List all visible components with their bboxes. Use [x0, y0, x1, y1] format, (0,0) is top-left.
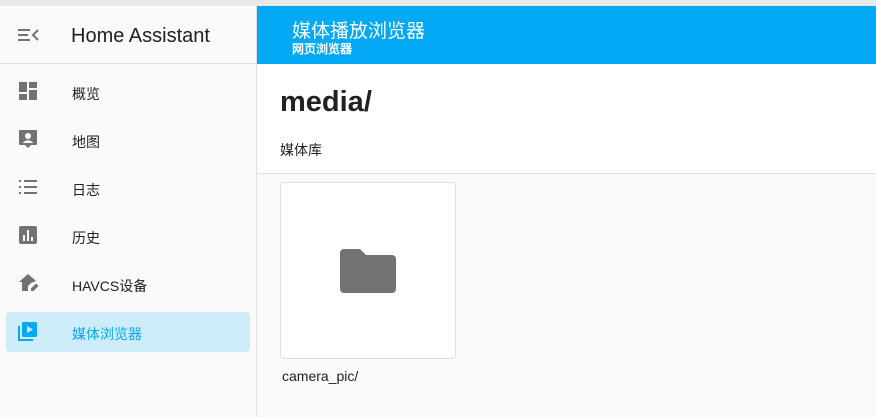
page-subtitle: 网页浏览器	[292, 42, 353, 56]
library-label: 媒体库	[280, 142, 322, 158]
sidebar: Home Assistant 概览 地图 日志 历史 HAVCS设备 媒体浏览器	[0, 6, 257, 417]
sidebar-item-label: 历史	[72, 230, 100, 246]
sidebar-item-media-browser[interactable]: 媒体浏览器	[0, 308, 256, 356]
folder-icon	[338, 245, 398, 297]
menu-toggle-icon[interactable]	[14, 23, 42, 47]
media-folder-card[interactable]	[280, 182, 456, 359]
media-path-title: media/	[280, 86, 372, 118]
dashboard-icon	[17, 80, 39, 102]
sidebar-item-havcs[interactable]: HAVCS设备	[0, 260, 256, 308]
sidebar-item-map[interactable]: 地图	[0, 116, 256, 164]
logbook-list-icon	[17, 176, 39, 198]
media-play-icon	[17, 320, 39, 342]
sidebar-header: Home Assistant	[0, 6, 256, 64]
sidebar-item-label: 地图	[72, 134, 100, 150]
sidebar-nav: 概览 地图 日志 历史 HAVCS设备 媒体浏览器	[0, 64, 256, 356]
app-bar: 媒体播放浏览器 网页浏览器	[257, 6, 876, 64]
sidebar-item-label: 概览	[72, 86, 100, 102]
media-folder-name[interactable]: camera_pic/	[282, 368, 358, 384]
home-edit-icon	[17, 272, 39, 294]
map-account-icon	[17, 128, 39, 150]
media-header: media/ 媒体库	[257, 64, 876, 174]
sidebar-item-logbook[interactable]: 日志	[0, 164, 256, 212]
page-title: 媒体播放浏览器	[292, 21, 426, 42]
sidebar-item-label: 日志	[72, 182, 100, 198]
sidebar-item-label: 媒体浏览器	[72, 326, 142, 342]
sidebar-item-history[interactable]: 历史	[0, 212, 256, 260]
sidebar-item-label: HAVCS设备	[72, 278, 148, 294]
app-title: Home Assistant	[71, 25, 210, 47]
history-chart-icon	[17, 224, 39, 246]
sidebar-item-overview[interactable]: 概览	[0, 68, 256, 116]
